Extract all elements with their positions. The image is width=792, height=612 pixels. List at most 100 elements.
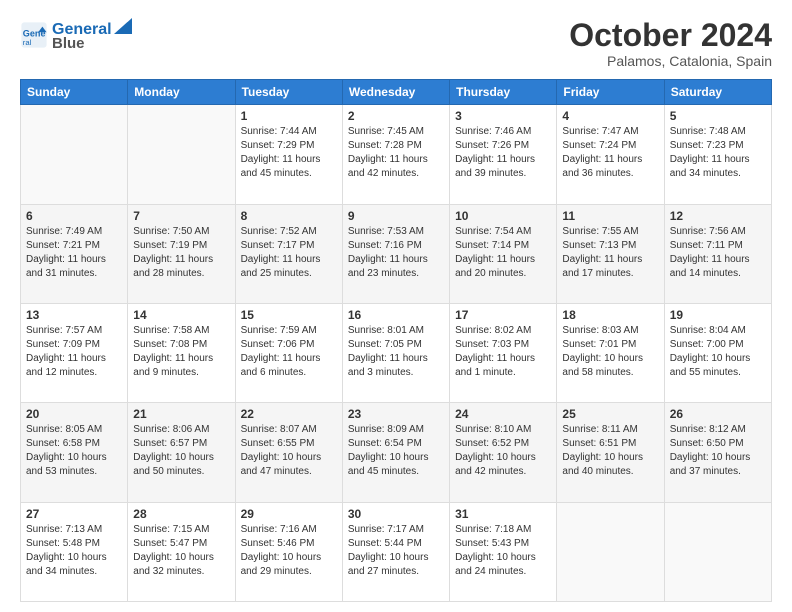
day-info: Sunrise: 7:52 AM Sunset: 7:17 PM Dayligh… [241,225,337,281]
day-number: 8 [241,209,337,223]
calendar-cell: 1Sunrise: 7:44 AM Sunset: 7:29 PM Daylig… [235,105,342,204]
main-title: October 2024 [569,18,772,53]
day-info: Sunrise: 7:48 AM Sunset: 7:23 PM Dayligh… [670,125,766,181]
day-number: 30 [348,507,444,521]
calendar-row: 20Sunrise: 8:05 AM Sunset: 6:58 PM Dayli… [21,403,772,502]
calendar-cell: 11 Sunrise: 7:55 AM Sunset: 7:13 PM Dayli… [557,204,664,303]
calendar-row: 1Sunrise: 7:44 AM Sunset: 7:29 PM Daylig… [21,105,772,204]
day-number: 19 [670,308,766,322]
day-info: Sunrise: 8:05 AM Sunset: 6:58 PM Dayligh… [26,423,122,479]
calendar-cell: 20Sunrise: 8:05 AM Sunset: 6:58 PM Dayli… [21,403,128,502]
day-number: 2 [348,109,444,123]
calendar-cell: 9 Sunrise: 7:53 AM Sunset: 7:16 PM Daylig… [342,204,449,303]
subtitle: Palamos, Catalonia, Spain [569,53,772,69]
logo-triangle [114,18,132,34]
day-info: Sunrise: 7:18 AM Sunset: 5:43 PM Dayligh… [455,523,551,579]
calendar-cell: 3Sunrise: 7:46 AM Sunset: 7:26 PM Daylig… [450,105,557,204]
day-number: 18 [562,308,658,322]
calendar-cell: 25Sunrise: 8:11 AM Sunset: 6:51 PM Dayli… [557,403,664,502]
day-number: 31 [455,507,551,521]
calendar-cell: 19 Sunrise: 8:04 AM Sunset: 7:00 PM Dayli… [664,303,771,402]
day-info: Sunrise: 8:02 AM Sunset: 7:03 PM Dayligh… [455,324,551,380]
col-header-tuesday: Tuesday [235,80,342,105]
day-number: 22 [241,407,337,421]
calendar-cell: 23 Sunrise: 8:09 AM Sunset: 6:54 PM Dayli… [342,403,449,502]
calendar-cell: 26 Sunrise: 8:12 AM Sunset: 6:50 PM Dayli… [664,403,771,502]
day-info: Sunrise: 8:01 AM Sunset: 7:05 PM Dayligh… [348,324,444,380]
header: Gene ral General Blue October 2024 Palam… [20,18,772,69]
day-number: 9 [348,209,444,223]
calendar-cell: 10Sunrise: 7:54 AM Sunset: 7:14 PM Dayli… [450,204,557,303]
calendar-row: 27 Sunrise: 7:13 AM Sunset: 5:48 PM Dayli… [21,502,772,601]
day-number: 23 [348,407,444,421]
calendar-cell: 29Sunrise: 7:16 AM Sunset: 5:46 PM Dayli… [235,502,342,601]
day-info: Sunrise: 7:49 AM Sunset: 7:21 PM Dayligh… [26,225,122,281]
day-info: Sunrise: 7:55 AM Sunset: 7:13 PM Dayligh… [562,225,658,281]
day-info: Sunrise: 7:47 AM Sunset: 7:24 PM Dayligh… [562,125,658,181]
calendar-cell [21,105,128,204]
header-row: SundayMondayTuesdayWednesdayThursdayFrid… [21,80,772,105]
calendar-cell: 14Sunrise: 7:58 AM Sunset: 7:08 PM Dayli… [128,303,235,402]
day-number: 17 [455,308,551,322]
day-number: 26 [670,407,766,421]
day-number: 25 [562,407,658,421]
calendar-cell [128,105,235,204]
svg-text:ral: ral [23,38,32,47]
calendar-cell: 4 Sunrise: 7:47 AM Sunset: 7:24 PM Daylig… [557,105,664,204]
col-header-friday: Friday [557,80,664,105]
day-info: Sunrise: 7:45 AM Sunset: 7:28 PM Dayligh… [348,125,444,181]
col-header-saturday: Saturday [664,80,771,105]
day-number: 27 [26,507,122,521]
day-info: Sunrise: 7:15 AM Sunset: 5:47 PM Dayligh… [133,523,229,579]
day-info: Sunrise: 8:07 AM Sunset: 6:55 PM Dayligh… [241,423,337,479]
calendar-cell: 21 Sunrise: 8:06 AM Sunset: 6:57 PM Dayli… [128,403,235,502]
calendar-cell: 18 Sunrise: 8:03 AM Sunset: 7:01 PM Dayli… [557,303,664,402]
day-info: Sunrise: 8:12 AM Sunset: 6:50 PM Dayligh… [670,423,766,479]
day-number: 5 [670,109,766,123]
day-number: 3 [455,109,551,123]
day-number: 15 [241,308,337,322]
day-info: Sunrise: 7:17 AM Sunset: 5:44 PM Dayligh… [348,523,444,579]
day-number: 24 [455,407,551,421]
title-block: October 2024 Palamos, Catalonia, Spain [569,18,772,69]
calendar-cell: 30 Sunrise: 7:17 AM Sunset: 5:44 PM Dayli… [342,502,449,601]
calendar-cell: 22 Sunrise: 8:07 AM Sunset: 6:55 PM Dayli… [235,403,342,502]
day-number: 28 [133,507,229,521]
day-info: Sunrise: 7:56 AM Sunset: 7:11 PM Dayligh… [670,225,766,281]
day-info: Sunrise: 8:04 AM Sunset: 7:00 PM Dayligh… [670,324,766,380]
calendar-cell: 12Sunrise: 7:56 AM Sunset: 7:11 PM Dayli… [664,204,771,303]
calendar-row: 6 Sunrise: 7:49 AM Sunset: 7:21 PM Daylig… [21,204,772,303]
day-number: 6 [26,209,122,223]
calendar-cell: 6 Sunrise: 7:49 AM Sunset: 7:21 PM Daylig… [21,204,128,303]
day-info: Sunrise: 7:54 AM Sunset: 7:14 PM Dayligh… [455,225,551,281]
day-info: Sunrise: 7:59 AM Sunset: 7:06 PM Dayligh… [241,324,337,380]
day-info: Sunrise: 8:06 AM Sunset: 6:57 PM Dayligh… [133,423,229,479]
day-info: Sunrise: 8:09 AM Sunset: 6:54 PM Dayligh… [348,423,444,479]
day-number: 1 [241,109,337,123]
day-info: Sunrise: 7:13 AM Sunset: 5:48 PM Dayligh… [26,523,122,579]
logo: Gene ral General Blue [20,18,132,52]
day-number: 21 [133,407,229,421]
day-number: 14 [133,308,229,322]
day-info: Sunrise: 7:53 AM Sunset: 7:16 PM Dayligh… [348,225,444,281]
day-info: Sunrise: 8:10 AM Sunset: 6:52 PM Dayligh… [455,423,551,479]
calendar-table: SundayMondayTuesdayWednesdayThursdayFrid… [20,79,772,602]
calendar-cell: 31 Sunrise: 7:18 AM Sunset: 5:43 PM Dayli… [450,502,557,601]
day-number: 13 [26,308,122,322]
calendar-cell: 13Sunrise: 7:57 AM Sunset: 7:09 PM Dayli… [21,303,128,402]
day-number: 11 [562,209,658,223]
day-info: Sunrise: 8:03 AM Sunset: 7:01 PM Dayligh… [562,324,658,380]
day-number: 4 [562,109,658,123]
page: Gene ral General Blue October 2024 Palam… [0,0,792,612]
logo-icon: Gene ral [20,21,48,49]
calendar-cell: 28 Sunrise: 7:15 AM Sunset: 5:47 PM Dayli… [128,502,235,601]
calendar-cell: 24 Sunrise: 8:10 AM Sunset: 6:52 PM Dayli… [450,403,557,502]
day-number: 29 [241,507,337,521]
calendar-cell [664,502,771,601]
col-header-wednesday: Wednesday [342,80,449,105]
calendar-cell [557,502,664,601]
day-number: 7 [133,209,229,223]
day-info: Sunrise: 7:50 AM Sunset: 7:19 PM Dayligh… [133,225,229,281]
calendar-cell: 27 Sunrise: 7:13 AM Sunset: 5:48 PM Dayli… [21,502,128,601]
calendar-cell: 8 Sunrise: 7:52 AM Sunset: 7:17 PM Daylig… [235,204,342,303]
